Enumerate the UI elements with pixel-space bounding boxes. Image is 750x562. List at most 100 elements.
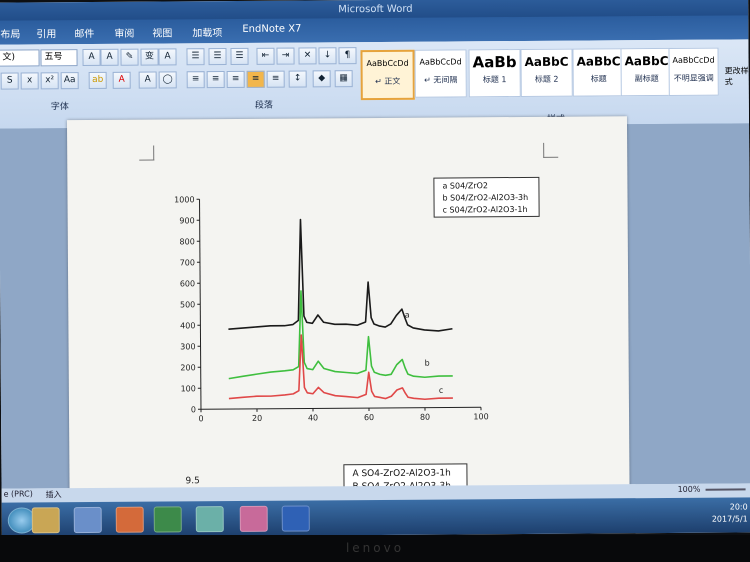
style-subtle-emphasis[interactable]: AaBbCcDd 不明显强调 [668, 47, 719, 96]
clear-format-icon[interactable]: ✎ [120, 48, 139, 66]
style-sample: AaBbC [576, 54, 621, 69]
show-marks-icon[interactable]: ¶ [338, 47, 357, 65]
chinese-layout-icon[interactable]: ✕ [298, 47, 317, 65]
highlight-icon[interactable]: ab [88, 71, 107, 89]
tab-addins[interactable]: 加载项 [192, 24, 222, 39]
app-icon[interactable] [73, 506, 102, 534]
strikethrough-icon[interactable]: S [0, 72, 19, 90]
shrink-font-icon[interactable]: A [100, 48, 119, 66]
series-line-c [228, 334, 453, 401]
monitor-bezel: lenovo [0, 535, 750, 562]
tab-view[interactable]: 视图 [152, 24, 172, 39]
style-label: 标题 2 [534, 74, 559, 84]
decrease-indent-icon[interactable]: ⇤ [256, 47, 275, 65]
subscript-icon[interactable]: x [20, 72, 39, 90]
language-indicator[interactable]: e (PRC) [4, 489, 33, 498]
zoom-level[interactable]: 100% [678, 485, 701, 494]
justify-icon[interactable]: ≡ [246, 70, 265, 88]
distributed-icon[interactable]: ≡ [266, 70, 285, 88]
x-tick-label: 100 [473, 412, 488, 421]
series-line-a [228, 218, 453, 332]
chart-legend: a S04/ZrO2 b S04/ZrO2-Al2O3-3h c S04/ZrO… [433, 176, 540, 218]
explorer-icon[interactable] [31, 507, 60, 534]
tab-mailings[interactable]: 邮件 [74, 25, 94, 40]
x-tick-label: 40 [308, 413, 318, 422]
change-styles-button[interactable]: 更改样式 [725, 65, 749, 87]
curve-label-c: c [439, 386, 443, 395]
style-sample: AaBb [472, 53, 517, 72]
tab-references[interactable]: 引用 [36, 25, 56, 40]
font-color-icon[interactable]: A [112, 71, 131, 89]
change-case-icon[interactable]: Aa [60, 72, 79, 90]
style-sample: AaBbCcDd [672, 55, 715, 65]
shading-icon[interactable]: ◆ [312, 70, 331, 88]
word-icon[interactable] [281, 505, 310, 532]
increase-indent-icon[interactable]: ⇥ [276, 47, 295, 65]
style-sample: AaBbCcDd [366, 58, 409, 69]
line-spacing-icon[interactable]: ↕ [288, 70, 307, 88]
grow-font-icon[interactable]: A [82, 48, 101, 67]
style-no-spacing[interactable]: AaBbCcDd ↵ 无间隔 [414, 49, 467, 98]
style-sample: AaBbCcDd [419, 57, 462, 67]
document-page[interactable]: 0 100 200 300 400 500 600 700 800 900 1000 0 20 40 60 8… [66, 116, 630, 501]
system-clock[interactable]: 20:0 2017/5/1 [712, 501, 748, 525]
x-tick-label: 20 [252, 414, 262, 423]
clock-date: 2017/5/1 [711, 514, 748, 524]
phonetic-icon[interactable]: 变 [140, 48, 159, 66]
y-tick-label: 1000 [174, 195, 194, 204]
style-title[interactable]: AaBbC 标题 [572, 48, 625, 97]
y-tick-label: 600 [180, 279, 195, 288]
style-label: ↵ 无间隔 [424, 75, 458, 85]
align-left-icon[interactable]: ≡ [186, 71, 205, 89]
style-sample: AaBbC [624, 53, 669, 69]
tab-endnote[interactable]: EndNote X7 [242, 24, 301, 35]
series-line-b [228, 290, 453, 380]
align-right-icon[interactable]: ≡ [226, 70, 245, 89]
paint-icon[interactable] [239, 505, 268, 532]
char-border-icon[interactable]: A [158, 48, 177, 66]
style-heading-2[interactable]: AaBbC 标题 2 [520, 48, 573, 97]
margin-corner [139, 145, 155, 161]
char-shading-icon[interactable]: A [138, 71, 157, 89]
insert-mode-indicator[interactable]: 插入 [46, 489, 62, 500]
legend-item-b: b S04/ZrO2-Al2O3-3h [442, 192, 529, 203]
clock-time: 20:0 [729, 502, 748, 512]
sort-icon[interactable]: ↓ [318, 47, 337, 65]
bullets-icon[interactable]: ☰ [186, 48, 205, 66]
align-center-icon[interactable]: ≡ [206, 71, 225, 89]
browser-icon[interactable] [115, 506, 144, 533]
style-sample: AaBbC [524, 54, 569, 69]
y-tick-label: 800 [180, 237, 195, 246]
y-tick-label: 400 [180, 321, 195, 330]
y-tick-label: 500 [180, 300, 195, 309]
font-size-select[interactable]: 五号 [40, 49, 78, 67]
curve-label-b: b [425, 359, 430, 368]
excel-icon[interactable] [153, 506, 182, 533]
style-heading-1[interactable]: AaBb 标题 1 [468, 48, 521, 98]
numbering-icon[interactable]: ☰ [208, 48, 227, 66]
y-tick-label: 900 [179, 216, 194, 225]
taskbar: 20:0 2017/5/1 [1, 497, 750, 538]
tab-review[interactable]: 审阅 [114, 25, 134, 40]
borders-icon[interactable]: ▦ [334, 70, 353, 88]
margin-corner [543, 142, 559, 158]
group-paragraph-label: 段落 [254, 100, 273, 111]
x-tick-label: 80 [420, 413, 430, 422]
y-tick-label: 100 [181, 384, 196, 393]
window-title: Microsoft Word [338, 3, 413, 16]
legend-item-a: a S04/ZrO2 [442, 181, 489, 191]
y-tick-label: 700 [180, 258, 195, 267]
wechat-icon[interactable] [195, 506, 224, 533]
x-tick-label: 60 [364, 413, 374, 422]
superscript-icon[interactable]: x² [40, 72, 59, 90]
tab-layout[interactable]: 布局 [0, 25, 20, 40]
font-name-select[interactable]: 文) [0, 49, 40, 67]
enclose-char-icon[interactable]: ◯ [158, 71, 177, 89]
style-label: 不明显强调 [673, 73, 714, 83]
zoom-slider[interactable] [705, 488, 746, 491]
style-subtitle[interactable]: AaBbC 副标题 [620, 47, 673, 97]
y-tick-label: 0 [191, 405, 196, 414]
style-normal[interactable]: AaBbCcDd ↵ 正文 [360, 49, 415, 101]
multilevel-list-icon[interactable]: ☰ [230, 47, 249, 66]
bezel-brand: lenovo [345, 541, 405, 555]
